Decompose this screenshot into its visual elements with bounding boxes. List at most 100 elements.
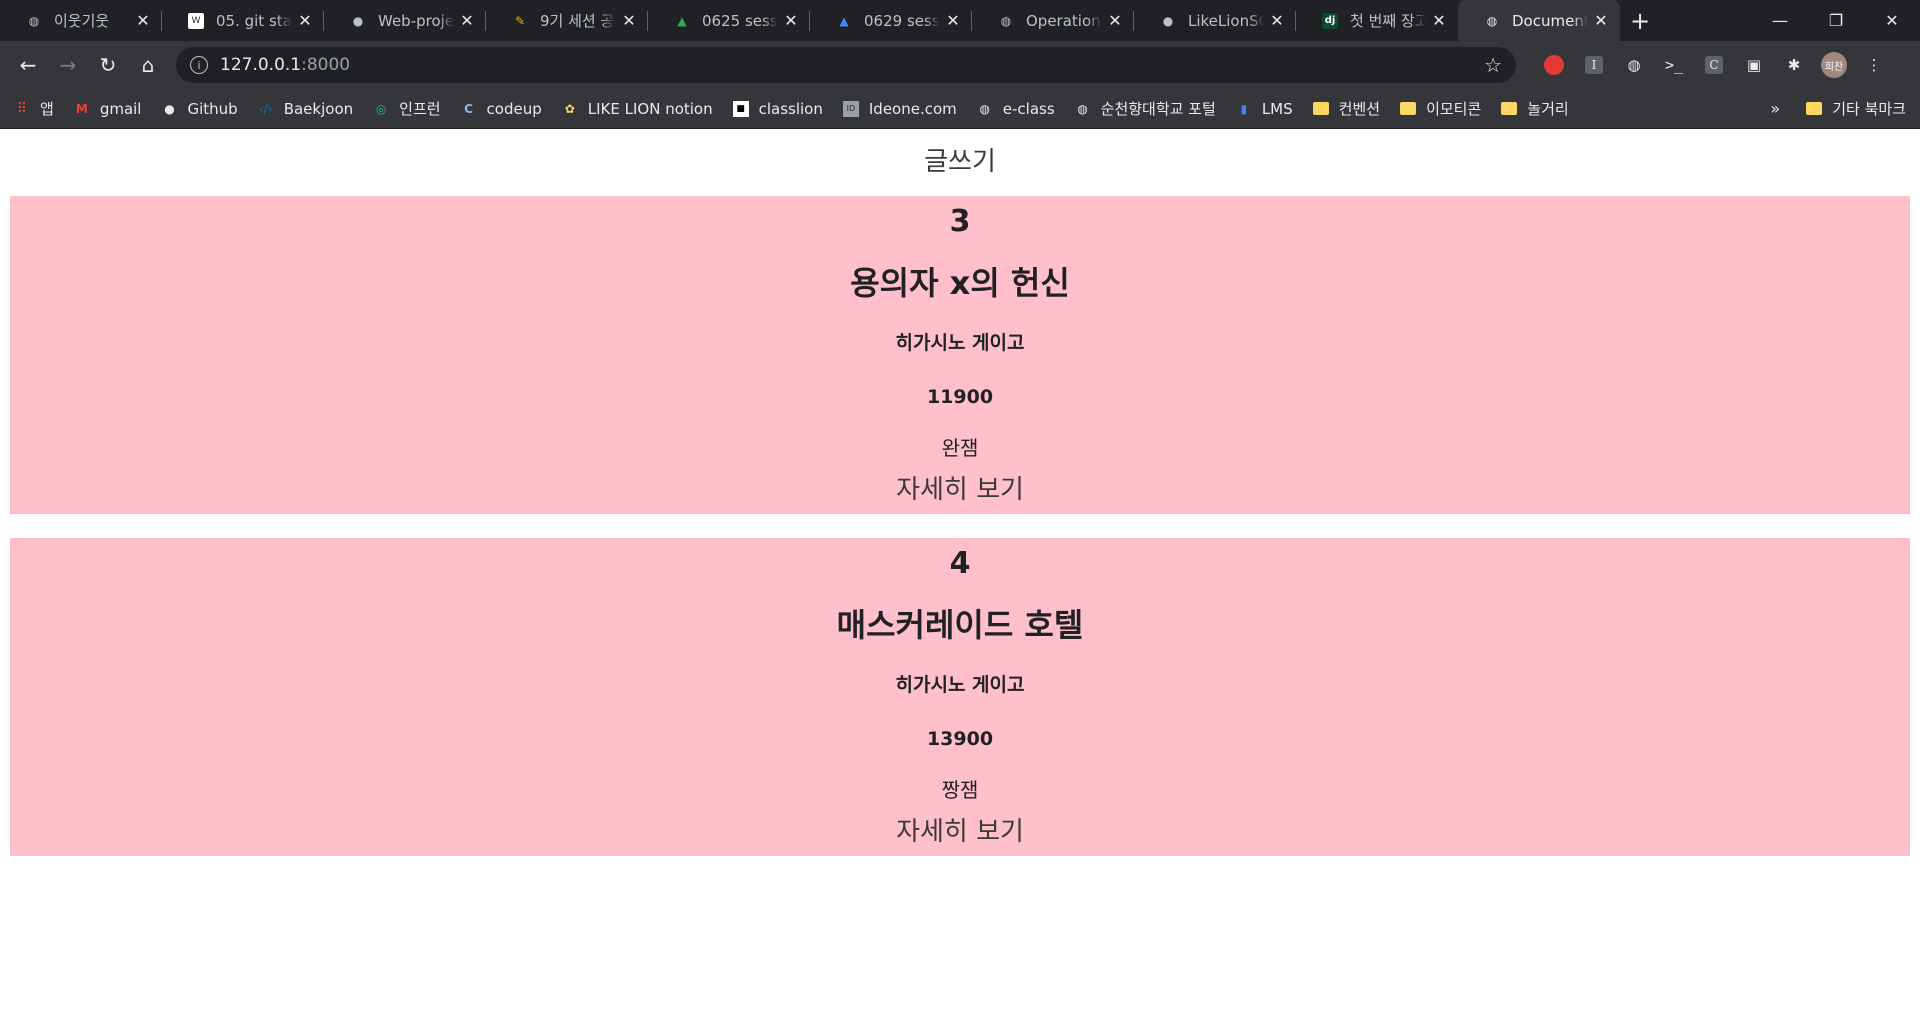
extension-c-icon[interactable]: C (1694, 45, 1734, 85)
post-id: 4 (949, 546, 971, 581)
ideone-icon: ID (842, 100, 859, 117)
browser-tab[interactable]: ▲ 0629 session ✕ (810, 0, 972, 41)
close-tab-icon[interactable]: ✕ (1430, 11, 1448, 30)
tab-strip: ◍ 이웃기웃 ✕ W 05. git stash ✕ ● Web-project… (0, 0, 1920, 41)
bookmark-other-folder[interactable]: 기타 북마크 (1806, 98, 1906, 119)
menu-kebab-icon[interactable]: ⋮ (1854, 45, 1894, 85)
post-author: 히가시노 게이고 (895, 332, 1025, 354)
post-author: 히가시노 게이고 (895, 674, 1025, 696)
browser-toolbar: ← → ↻ ⌂ i 127.0.0.1:8000 ☆ I ◍ >_ C ▣ ✱ … (0, 41, 1920, 89)
tab-title: 9기 세션 공지 (540, 12, 616, 30)
bookmark-gmail[interactable]: M gmail (74, 100, 142, 118)
bookmarks-overflow-area: » 기타 북마크 (1770, 98, 1906, 119)
codeup-icon: C (464, 101, 473, 116)
window-controls: — ❐ ✕ (1752, 0, 1920, 41)
adblock-icon[interactable] (1534, 45, 1574, 85)
post-detail-link[interactable]: 자세히 보기 (896, 817, 1024, 851)
puzzle-extensions-icon[interactable]: ✱ (1774, 45, 1814, 85)
write-post-link[interactable]: 글쓰기 (10, 129, 1910, 196)
close-tab-icon[interactable]: ✕ (134, 11, 152, 30)
minimize-icon[interactable]: — (1752, 0, 1808, 41)
tab-title: 첫 번째 장고 (1350, 12, 1426, 30)
browser-tab[interactable]: dj 첫 번째 장고 ✕ (1296, 0, 1458, 41)
new-tab-button[interactable]: + (1620, 0, 1660, 41)
browser-tab[interactable]: ▲ 0625 session ✕ (648, 0, 810, 41)
post-card: 3 용의자 x의 헌신 히가시노 게이고 11900 완잼 자세히 보기 (10, 196, 1910, 514)
post-review: 완잼 (941, 436, 979, 460)
browser-tab[interactable]: ◍ 이웃기웃 ✕ (0, 0, 162, 41)
close-tab-icon[interactable]: ✕ (944, 11, 962, 30)
globe-icon: ◍ (1000, 13, 1012, 28)
close-tab-icon[interactable]: ✕ (296, 11, 314, 30)
bookmark-folder-emoticon[interactable]: 이모티콘 (1400, 98, 1481, 119)
browser-tab-active[interactable]: ◍ Document ✕ (1458, 0, 1620, 41)
url-host: 127.0.0.1 (220, 55, 302, 75)
reload-icon[interactable]: ↻ (88, 45, 128, 85)
bookmark-apps[interactable]: ⠿ 앱 (14, 98, 54, 119)
gmail-icon: M (75, 101, 88, 116)
profile-avatar[interactable]: 희찬 (1814, 45, 1854, 85)
folder-icon (1806, 102, 1823, 115)
address-bar[interactable]: i 127.0.0.1:8000 ☆ (176, 47, 1516, 83)
bookmark-baekjoon[interactable]: ‹/› Baekjoon (258, 100, 353, 118)
apps-grid-icon: ⠿ (16, 100, 28, 117)
wikidocs-icon: W (188, 12, 204, 29)
restore-icon[interactable]: ❐ (1808, 0, 1864, 41)
site-info-icon[interactable]: i (190, 56, 208, 74)
tab-title: 05. git stash (216, 11, 292, 30)
bookmark-github[interactable]: ● Github (161, 100, 237, 118)
bookmark-inflearn[interactable]: ◎ 인프런 (373, 98, 441, 119)
back-arrow-icon[interactable]: ← (8, 45, 48, 85)
bookmark-likelion-notion[interactable]: ✿ LIKE LION notion (562, 100, 713, 118)
bookmark-sch-portal[interactable]: ◍ 순천향대학교 포털 (1075, 98, 1215, 119)
django-icon: dj (1322, 12, 1338, 29)
globe-icon: ◍ (979, 101, 990, 116)
browser-tab[interactable]: ✎ 9기 세션 공지 ✕ (486, 0, 648, 41)
close-tab-icon[interactable]: ✕ (458, 11, 476, 30)
browser-tab[interactable]: ● Web-project ✕ (324, 0, 486, 41)
folder-icon (1312, 102, 1329, 115)
post-title: 매스커레이드 호텔 (836, 606, 1084, 644)
close-tab-icon[interactable]: ✕ (782, 11, 800, 30)
bookmark-codeup[interactable]: C codeup (461, 100, 542, 118)
browser-tab[interactable]: W 05. git stash ✕ (162, 0, 324, 41)
instapaper-icon[interactable]: I (1574, 45, 1614, 85)
browser-tab[interactable]: ◍ Operational ✕ (972, 0, 1134, 41)
tab-title: LikeLionSCH (1188, 11, 1264, 30)
home-icon[interactable]: ⌂ (128, 45, 168, 85)
post-price: 13900 (926, 728, 994, 750)
close-window-icon[interactable]: ✕ (1864, 0, 1920, 41)
lion-icon: ✿ (564, 101, 575, 116)
bookmark-classlion[interactable]: ■ classlion (732, 100, 823, 118)
close-tab-icon[interactable]: ✕ (1268, 11, 1286, 30)
close-tab-icon[interactable]: ✕ (1592, 11, 1610, 30)
translate-globe-icon[interactable]: ◍ (1614, 45, 1654, 85)
github-icon: ● (352, 13, 364, 28)
tab-title: Web-project (378, 11, 454, 30)
globe-icon: ◍ (1077, 101, 1088, 116)
bookmark-eclass[interactable]: ◍ e-class (977, 100, 1055, 118)
bookmark-folder-convention[interactable]: 컨벤션 (1312, 98, 1380, 119)
post-detail-link[interactable]: 자세히 보기 (896, 475, 1024, 509)
close-tab-icon[interactable]: ✕ (1106, 11, 1124, 30)
lms-icon: ▮ (1240, 101, 1248, 116)
close-tab-icon[interactable]: ✕ (620, 11, 638, 30)
browser-tab[interactable]: ● LikeLionSCH ✕ (1134, 0, 1296, 41)
bookmark-ideone[interactable]: ID Ideone.com (842, 100, 957, 118)
github-icon: ● (1162, 13, 1174, 28)
post-price: 11900 (926, 386, 994, 408)
bookmark-folder-play[interactable]: 놀거리 (1501, 98, 1569, 119)
tab-title: 0629 session (864, 11, 940, 30)
pencil-icon: ✎ (514, 13, 526, 28)
media-icon[interactable]: ▣ (1734, 45, 1774, 85)
code-icon: ‹/› (258, 101, 273, 116)
inflearn-icon: ◎ (375, 101, 387, 116)
bookmark-star-icon[interactable]: ☆ (1484, 53, 1502, 77)
bookmarks-more-button[interactable]: » (1770, 99, 1780, 118)
post-title: 용의자 x의 헌신 (850, 264, 1070, 302)
folder-icon (1400, 102, 1417, 115)
tab-title: Operational (1026, 11, 1102, 30)
forward-arrow-icon[interactable]: → (48, 45, 88, 85)
bookmark-lms[interactable]: ▮ LMS (1236, 100, 1293, 118)
terminal-icon[interactable]: >_ (1654, 45, 1694, 85)
